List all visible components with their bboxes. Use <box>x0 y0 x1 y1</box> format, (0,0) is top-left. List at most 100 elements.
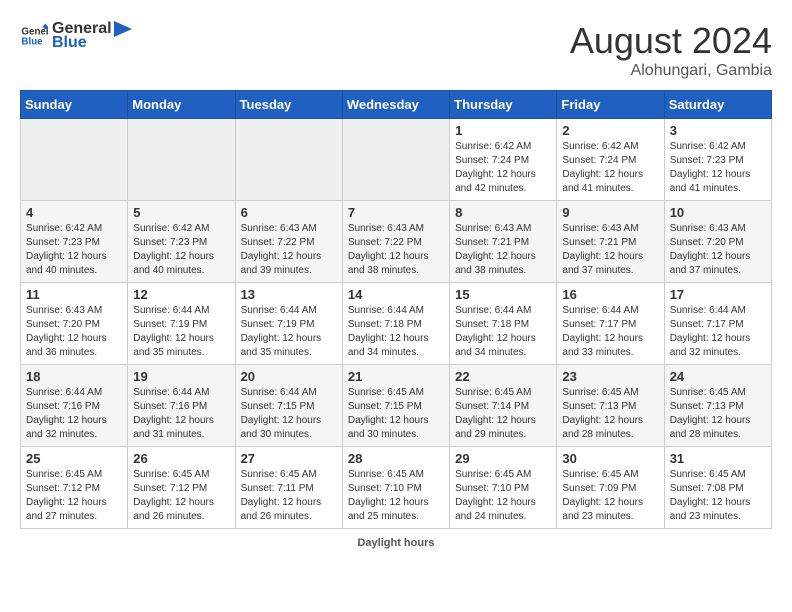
calendar-cell: 29 Sunrise: 6:45 AM Sunset: 7:10 PM Dayli… <box>450 447 557 529</box>
calendar-cell: 8 Sunrise: 6:43 AM Sunset: 7:21 PM Daylig… <box>450 201 557 283</box>
day-info: Sunrise: 6:43 AM Sunset: 7:22 PM Dayligh… <box>348 222 444 278</box>
day-number: 3 <box>670 123 766 138</box>
day-number: 8 <box>455 205 551 220</box>
day-number: 21 <box>348 369 444 384</box>
calendar-cell: 21 Sunrise: 6:45 AM Sunset: 7:15 PM Dayli… <box>342 365 449 447</box>
day-number: 9 <box>562 205 658 220</box>
calendar-cell: 27 Sunrise: 6:45 AM Sunset: 7:11 PM Dayli… <box>235 447 342 529</box>
day-info: Sunrise: 6:45 AM Sunset: 7:13 PM Dayligh… <box>670 386 766 442</box>
day-info: Sunrise: 6:44 AM Sunset: 7:15 PM Dayligh… <box>241 386 337 442</box>
day-number: 10 <box>670 205 766 220</box>
day-number: 16 <box>562 287 658 302</box>
title-area: August 2024 Alohungari, Gambia <box>570 20 772 80</box>
calendar-week-row: 4 Sunrise: 6:42 AM Sunset: 7:23 PM Daylig… <box>21 201 772 283</box>
day-info: Sunrise: 6:43 AM Sunset: 7:21 PM Dayligh… <box>455 222 551 278</box>
day-number: 14 <box>348 287 444 302</box>
day-number: 28 <box>348 451 444 466</box>
day-number: 27 <box>241 451 337 466</box>
day-number: 20 <box>241 369 337 384</box>
day-info: Sunrise: 6:42 AM Sunset: 7:23 PM Dayligh… <box>133 222 229 278</box>
calendar-cell: 14 Sunrise: 6:44 AM Sunset: 7:18 PM Dayli… <box>342 283 449 365</box>
day-number: 2 <box>562 123 658 138</box>
day-info: Sunrise: 6:42 AM Sunset: 7:23 PM Dayligh… <box>670 140 766 196</box>
day-number: 26 <box>133 451 229 466</box>
calendar-cell: 20 Sunrise: 6:44 AM Sunset: 7:15 PM Dayli… <box>235 365 342 447</box>
calendar-cell: 31 Sunrise: 6:45 AM Sunset: 7:08 PM Dayli… <box>664 447 771 529</box>
calendar-cell <box>128 119 235 201</box>
calendar-cell: 9 Sunrise: 6:43 AM Sunset: 7:21 PM Daylig… <box>557 201 664 283</box>
page-header: General Blue General Blue August 2024 Al… <box>20 20 772 80</box>
calendar-cell: 5 Sunrise: 6:42 AM Sunset: 7:23 PM Daylig… <box>128 201 235 283</box>
col-header-sunday: Sunday <box>21 91 128 119</box>
day-number: 5 <box>133 205 229 220</box>
day-info: Sunrise: 6:42 AM Sunset: 7:24 PM Dayligh… <box>562 140 658 196</box>
calendar-cell: 25Sunrise: 6:45 AM Sunset: 7:12 PM Dayli… <box>21 447 128 529</box>
calendar-cell: 17 Sunrise: 6:44 AM Sunset: 7:17 PM Dayli… <box>664 283 771 365</box>
day-info: Sunrise: 6:45 AM Sunset: 7:08 PM Dayligh… <box>670 468 766 524</box>
calendar-cell: 16 Sunrise: 6:44 AM Sunset: 7:17 PM Dayli… <box>557 283 664 365</box>
calendar-cell: 13Sunrise: 6:44 AM Sunset: 7:19 PM Dayli… <box>235 283 342 365</box>
day-info: Sunrise: 6:45 AM Sunset: 7:13 PM Dayligh… <box>562 386 658 442</box>
day-info: Sunrise: 6:45 AM Sunset: 7:14 PM Dayligh… <box>455 386 551 442</box>
day-number: 13 <box>241 287 337 302</box>
day-info: Sunrise: 6:45 AM Sunset: 7:12 PM Dayligh… <box>133 468 229 524</box>
day-info: Sunrise: 6:45 AM Sunset: 7:10 PM Dayligh… <box>348 468 444 524</box>
calendar-week-row: 1 Sunrise: 6:42 AM Sunset: 7:24 PM Daylig… <box>21 119 772 201</box>
calendar-cell: 30 Sunrise: 6:45 AM Sunset: 7:09 PM Dayli… <box>557 447 664 529</box>
col-header-friday: Friday <box>557 91 664 119</box>
day-info: Sunrise: 6:45 AM Sunset: 7:09 PM Dayligh… <box>562 468 658 524</box>
day-number: 29 <box>455 451 551 466</box>
day-number: 18 <box>26 369 122 384</box>
calendar-cell <box>21 119 128 201</box>
calendar-table: SundayMondayTuesdayWednesdayThursdayFrid… <box>20 90 772 529</box>
day-info: Sunrise: 6:42 AM Sunset: 7:24 PM Dayligh… <box>455 140 551 196</box>
month-year-title: August 2024 <box>570 20 772 62</box>
day-info: Sunrise: 6:44 AM Sunset: 7:16 PM Dayligh… <box>26 386 122 442</box>
col-header-monday: Monday <box>128 91 235 119</box>
footer-label: Daylight hours <box>357 537 434 549</box>
day-info: Sunrise: 6:45 AM Sunset: 7:10 PM Dayligh… <box>455 468 551 524</box>
day-number: 1 <box>455 123 551 138</box>
day-number: 11 <box>26 287 122 302</box>
day-info: Sunrise: 6:43 AM Sunset: 7:20 PM Dayligh… <box>670 222 766 278</box>
day-info: Sunrise: 6:45 AM Sunset: 7:12 PM Dayligh… <box>26 468 122 524</box>
calendar-cell: 12Sunrise: 6:44 AM Sunset: 7:19 PM Dayli… <box>128 283 235 365</box>
calendar-week-row: 11Sunrise: 6:43 AM Sunset: 7:20 PM Dayli… <box>21 283 772 365</box>
day-info: Sunrise: 6:44 AM Sunset: 7:17 PM Dayligh… <box>562 304 658 360</box>
day-info: Sunrise: 6:44 AM Sunset: 7:18 PM Dayligh… <box>455 304 551 360</box>
day-number: 17 <box>670 287 766 302</box>
calendar-cell: 11Sunrise: 6:43 AM Sunset: 7:20 PM Dayli… <box>21 283 128 365</box>
day-info: Sunrise: 6:43 AM Sunset: 7:22 PM Dayligh… <box>241 222 337 278</box>
day-number: 15 <box>455 287 551 302</box>
calendar-header-row: SundayMondayTuesdayWednesdayThursdayFrid… <box>21 91 772 119</box>
calendar-cell: 26 Sunrise: 6:45 AM Sunset: 7:12 PM Dayli… <box>128 447 235 529</box>
day-number: 31 <box>670 451 766 466</box>
calendar-cell <box>342 119 449 201</box>
calendar-cell: 28 Sunrise: 6:45 AM Sunset: 7:10 PM Dayli… <box>342 447 449 529</box>
calendar-week-row: 25Sunrise: 6:45 AM Sunset: 7:12 PM Dayli… <box>21 447 772 529</box>
calendar-cell: 22Sunrise: 6:45 AM Sunset: 7:14 PM Dayli… <box>450 365 557 447</box>
calendar-cell: 23 Sunrise: 6:45 AM Sunset: 7:13 PM Dayli… <box>557 365 664 447</box>
day-info: Sunrise: 6:45 AM Sunset: 7:15 PM Dayligh… <box>348 386 444 442</box>
day-number: 19 <box>133 369 229 384</box>
day-info: Sunrise: 6:42 AM Sunset: 7:23 PM Dayligh… <box>26 222 122 278</box>
day-number: 23 <box>562 369 658 384</box>
calendar-cell: 24Sunrise: 6:45 AM Sunset: 7:13 PM Dayli… <box>664 365 771 447</box>
col-header-wednesday: Wednesday <box>342 91 449 119</box>
logo: General Blue General Blue <box>20 20 132 52</box>
calendar-cell: 18 Sunrise: 6:44 AM Sunset: 7:16 PM Dayli… <box>21 365 128 447</box>
day-number: 12 <box>133 287 229 302</box>
day-info: Sunrise: 6:44 AM Sunset: 7:17 PM Dayligh… <box>670 304 766 360</box>
calendar-cell: 19 Sunrise: 6:44 AM Sunset: 7:16 PM Dayli… <box>128 365 235 447</box>
footer: Daylight hours <box>20 537 772 549</box>
calendar-cell: 3 Sunrise: 6:42 AM Sunset: 7:23 PM Daylig… <box>664 119 771 201</box>
logo-icon: General Blue <box>20 22 48 50</box>
day-info: Sunrise: 6:44 AM Sunset: 7:16 PM Dayligh… <box>133 386 229 442</box>
day-number: 6 <box>241 205 337 220</box>
day-number: 4 <box>26 205 122 220</box>
day-info: Sunrise: 6:43 AM Sunset: 7:21 PM Dayligh… <box>562 222 658 278</box>
day-info: Sunrise: 6:45 AM Sunset: 7:11 PM Dayligh… <box>241 468 337 524</box>
svg-text:Blue: Blue <box>21 36 43 47</box>
day-number: 30 <box>562 451 658 466</box>
day-info: Sunrise: 6:44 AM Sunset: 7:18 PM Dayligh… <box>348 304 444 360</box>
